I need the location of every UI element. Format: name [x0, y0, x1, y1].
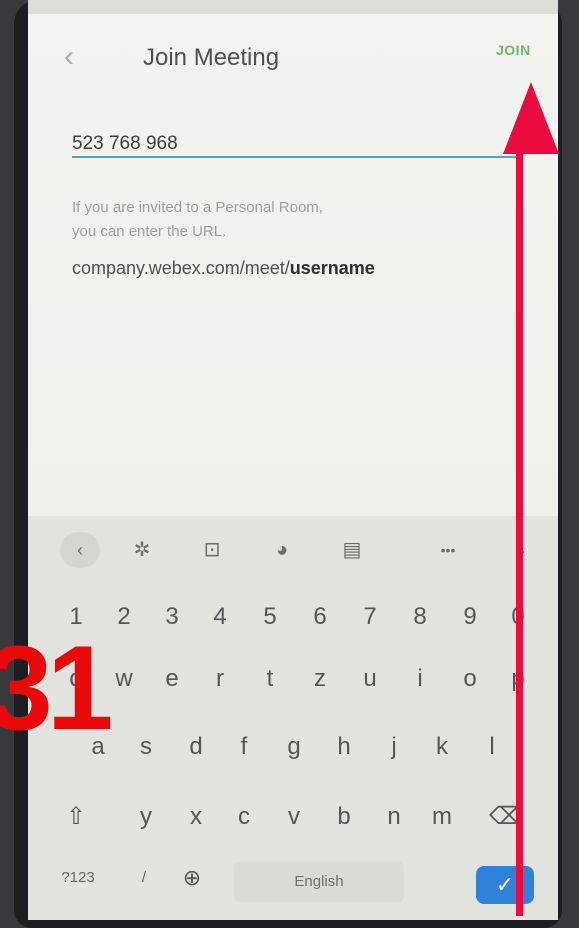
- hint-line-1: If you are invited to a Personal Room,: [72, 199, 323, 216]
- key-x[interactable]: x: [174, 792, 218, 842]
- letter-row-2: a s d f g h j k l: [28, 722, 558, 772]
- key-l[interactable]: l: [470, 722, 514, 772]
- url-prefix: company.webex.com/meet/: [72, 258, 290, 278]
- key-v[interactable]: v: [272, 792, 316, 842]
- meeting-number-input[interactable]: [72, 132, 518, 158]
- join-button[interactable]: JOIN: [496, 42, 531, 58]
- arrow-annotation-shaft: [516, 150, 523, 916]
- slash-key[interactable]: /: [122, 858, 166, 898]
- key-m[interactable]: m: [420, 792, 464, 842]
- enter-key[interactable]: ✓: [476, 866, 534, 904]
- hint-line-2: you can enter the URL.: [72, 223, 227, 240]
- number-row: 1 2 3 4 5 6 7 8 9 0: [28, 592, 558, 642]
- url-example: company.webex.com/meet/username: [72, 258, 375, 279]
- key-y[interactable]: y: [124, 792, 168, 842]
- arrow-annotation-head: [503, 82, 559, 154]
- key-d[interactable]: d: [174, 722, 218, 772]
- key-c[interactable]: c: [222, 792, 266, 842]
- key-u[interactable]: u: [348, 654, 392, 704]
- key-3[interactable]: 3: [150, 592, 194, 642]
- key-5[interactable]: 5: [248, 592, 292, 642]
- key-9[interactable]: 9: [448, 592, 492, 642]
- key-k[interactable]: k: [420, 722, 464, 772]
- keyboard-toolbar: ‹ ✲ ⊡ ◕ ▤ ••• ⌄: [28, 526, 558, 570]
- app-screen: ‹ Join Meeting JOIN If you are invited t…: [28, 0, 558, 920]
- gear-icon[interactable]: ✲: [124, 532, 160, 568]
- key-o[interactable]: o: [448, 654, 492, 704]
- key-6[interactable]: 6: [298, 592, 342, 642]
- url-username: username: [289, 258, 375, 278]
- key-b[interactable]: b: [322, 792, 366, 842]
- key-r[interactable]: r: [198, 654, 242, 704]
- key-z[interactable]: z: [298, 654, 342, 704]
- key-h[interactable]: h: [322, 722, 366, 772]
- shift-key[interactable]: ⇧: [54, 792, 98, 842]
- page-title: Join Meeting: [143, 44, 280, 71]
- key-7[interactable]: 7: [348, 592, 392, 642]
- back-button[interactable]: ‹: [64, 42, 74, 72]
- header: ‹ Join Meeting JOIN: [28, 30, 558, 90]
- palette-icon[interactable]: ◕: [264, 532, 300, 568]
- key-8[interactable]: 8: [398, 592, 442, 642]
- key-4[interactable]: 4: [198, 592, 242, 642]
- key-s[interactable]: s: [124, 722, 168, 772]
- letter-row-3: ⇧ y x c v b n m ⌫: [28, 792, 558, 842]
- status-bar: [28, 0, 558, 14]
- personal-room-hint: If you are invited to a Personal Room, y…: [72, 196, 323, 244]
- symbols-key[interactable]: ?123: [56, 858, 100, 898]
- clipboard-icon[interactable]: ▤: [334, 532, 370, 568]
- key-i[interactable]: i: [398, 654, 442, 704]
- key-f[interactable]: f: [222, 722, 266, 772]
- letter-row-1: q w e r t z u i o p: [28, 654, 558, 704]
- globe-icon[interactable]: ⊕: [170, 858, 214, 898]
- key-e[interactable]: e: [150, 654, 194, 704]
- key-2[interactable]: 2: [102, 592, 146, 642]
- step-number-annotation: 31: [0, 621, 114, 755]
- chevron-left-icon[interactable]: ‹: [60, 532, 100, 568]
- key-j[interactable]: j: [372, 722, 416, 772]
- key-w[interactable]: w: [102, 654, 146, 704]
- soft-keyboard: ‹ ✲ ⊡ ◕ ▤ ••• ⌄ 1 2 3 4 5 6 7 8 9 0 q w …: [28, 516, 558, 920]
- key-n[interactable]: n: [372, 792, 416, 842]
- translate-icon[interactable]: ⊡: [194, 532, 230, 568]
- more-icon[interactable]: •••: [430, 532, 466, 568]
- space-key[interactable]: English: [234, 862, 404, 902]
- key-g[interactable]: g: [272, 722, 316, 772]
- key-t[interactable]: t: [248, 654, 292, 704]
